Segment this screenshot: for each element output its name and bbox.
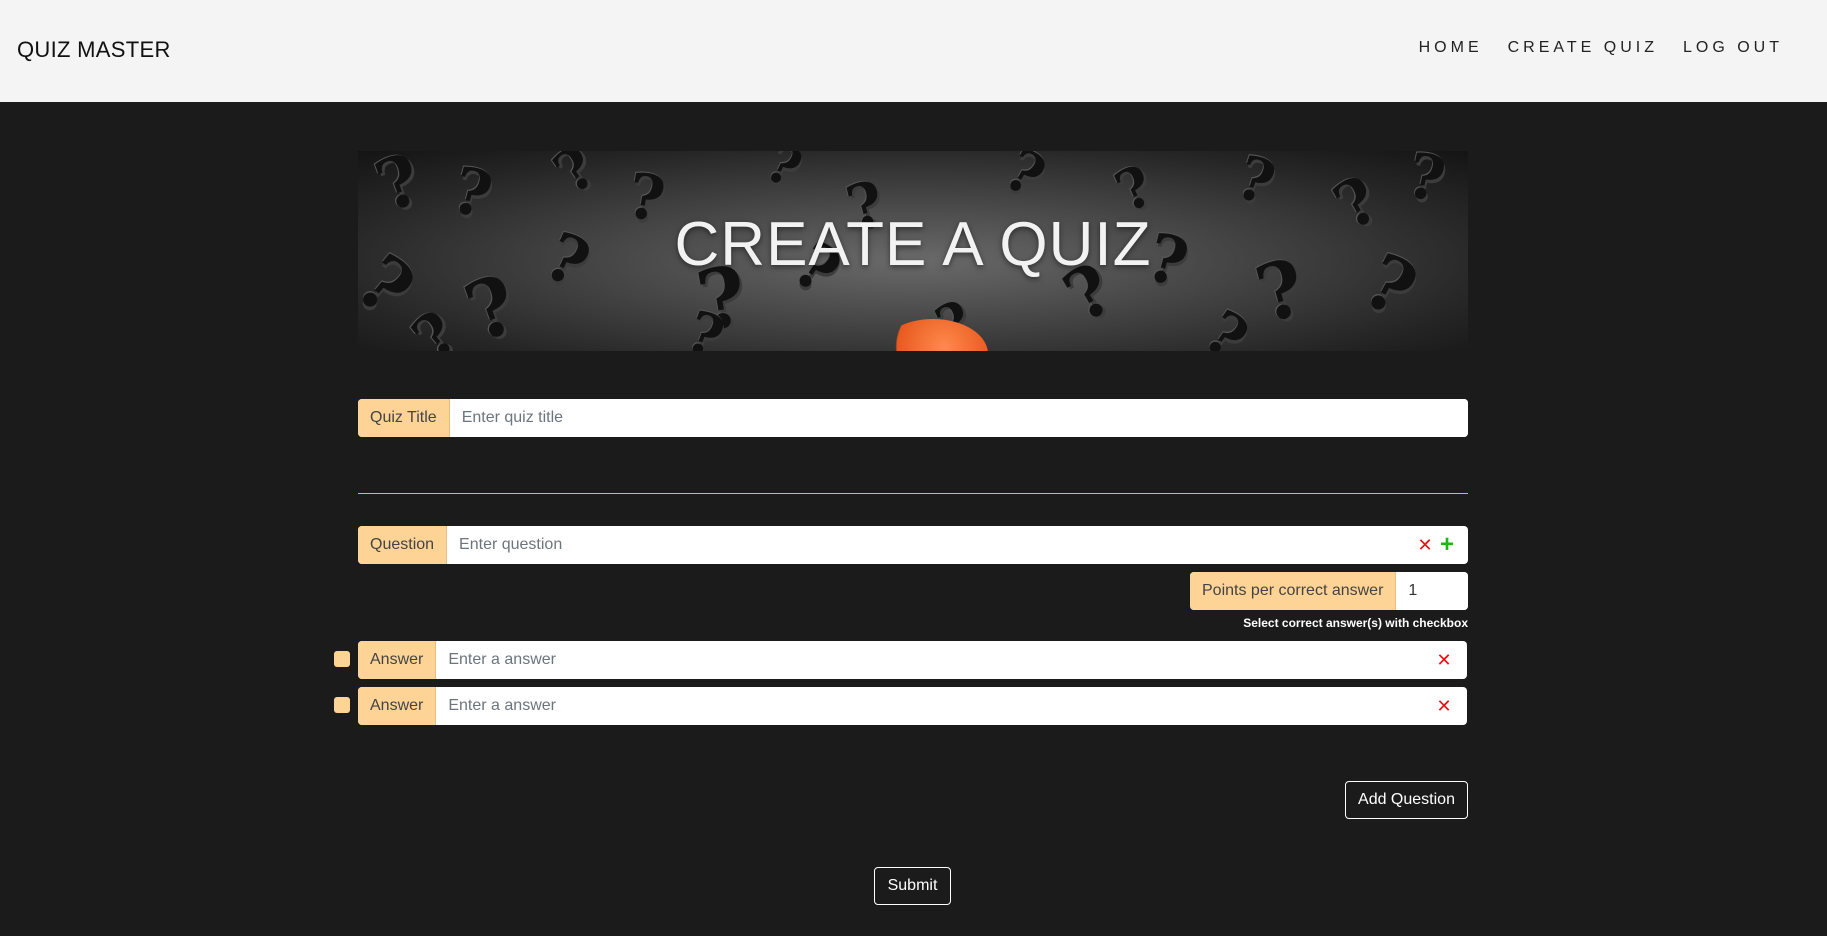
question-group: Question ✕ +: [358, 526, 1468, 564]
points-label: Points per correct answer: [1190, 572, 1397, 610]
points-group: Points per correct answer: [1190, 572, 1468, 610]
remove-answer-close-icon[interactable]: ✕: [1433, 687, 1455, 725]
hero-banner: ? ? ? ? ? ? ? ? ? ? ? ? ? ? ? ? ? ? ? ? …: [358, 151, 1468, 351]
answer-correct-checkbox[interactable]: [334, 651, 350, 667]
nav-link-log-out[interactable]: LOG OUT: [1683, 39, 1783, 57]
quiz-title-group: Quiz Title: [358, 399, 1468, 437]
add-question-button[interactable]: Add Question: [1345, 781, 1468, 819]
answer-group: Answer ✕: [358, 687, 1467, 725]
answer-label: Answer: [358, 641, 437, 679]
answer-group: Answer ✕: [358, 641, 1467, 679]
answer-label: Answer: [358, 687, 437, 725]
answer-correct-checkbox[interactable]: [334, 697, 350, 713]
nav-link-home[interactable]: HOME: [1419, 39, 1483, 57]
question-label: Question: [358, 526, 448, 564]
answer-input[interactable]: [436, 687, 1433, 725]
remove-answer-close-icon[interactable]: ✕: [1433, 641, 1455, 679]
question-input[interactable]: [447, 526, 1414, 564]
quiz-title-input[interactable]: [449, 399, 1468, 437]
answer-input[interactable]: [436, 641, 1433, 679]
points-input[interactable]: [1396, 572, 1468, 610]
nav-links: HOME CREATE QUIZ LOG OUT: [1419, 39, 1783, 57]
checkbox-hint: Select correct answer(s) with checkbox: [1243, 616, 1468, 630]
submit-button[interactable]: Submit: [874, 867, 951, 905]
page-title: CREATE A QUIZ: [674, 210, 1152, 279]
quiz-title-label: Quiz Title: [358, 399, 450, 437]
brand-logo[interactable]: QUIZ MASTER: [17, 37, 171, 63]
section-divider: [358, 493, 1468, 494]
add-answer-plus-icon[interactable]: +: [1436, 526, 1458, 564]
navbar: QUIZ MASTER HOME CREATE QUIZ LOG OUT: [0, 0, 1827, 102]
remove-question-close-icon[interactable]: ✕: [1414, 526, 1436, 564]
nav-link-create-quiz[interactable]: CREATE QUIZ: [1508, 39, 1658, 57]
